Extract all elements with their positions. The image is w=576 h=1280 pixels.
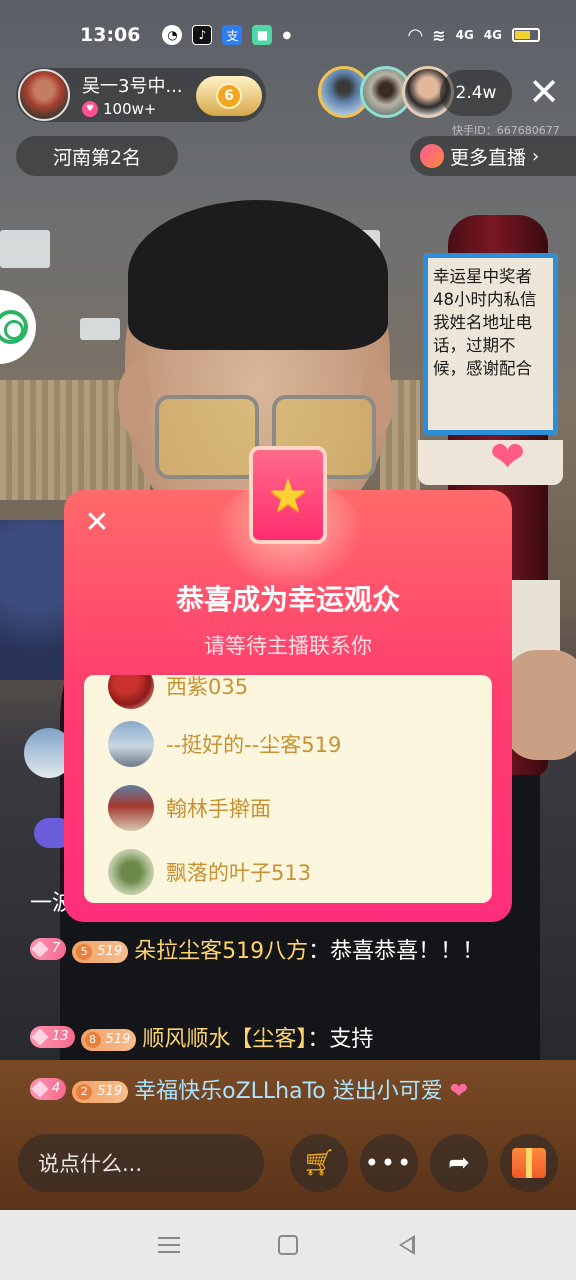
dialog-title: 恭喜成为幸运观众 xyxy=(175,583,400,616)
winner-name: 翰林手擀面 xyxy=(166,797,271,821)
gem-icon xyxy=(31,940,49,958)
chat-username[interactable]: 顺风顺水【尘客】 xyxy=(142,1027,307,1052)
signal-4g-1: 4G xyxy=(455,28,474,42)
heart-icon: ♥ xyxy=(82,101,98,117)
chat-message[interactable]: 7 5 519 朵拉尘客519八方：恭喜恭喜！！！ xyxy=(30,932,550,972)
chat-text: ：恭喜恭喜！！！ xyxy=(308,939,485,964)
heart-gift-icon: ❤ xyxy=(442,1079,469,1104)
winner-item[interactable]: 飘落的叶子513 xyxy=(108,847,311,897)
winner-avatar xyxy=(108,785,154,831)
back-button[interactable] xyxy=(392,1230,422,1260)
host-name: 吴一3号中... xyxy=(82,76,183,97)
winner-avatar xyxy=(108,675,154,709)
winner-avatar xyxy=(108,849,154,895)
winner-name: 西紫035 xyxy=(166,675,249,699)
gift-button[interactable] xyxy=(500,1134,558,1192)
ceiling-light xyxy=(80,318,120,340)
host-avatar[interactable] xyxy=(18,69,70,121)
chat-text: ：支持 xyxy=(307,1027,374,1052)
winner-name: --挺好的--尘客519 xyxy=(166,733,342,757)
status-indicators: ◠ ≋ 4G 4G xyxy=(408,25,540,46)
notice-card: 幸运星中奖者48小时内私信我姓名地址电话，过期不候，感谢配合 xyxy=(418,248,563,440)
winners-list[interactable]: 西紫035 --挺好的--尘客519 翰林手擀面 飘落的叶子513 xyxy=(84,675,492,903)
dialog-close-icon[interactable]: ✕ xyxy=(82,508,112,538)
lucky-card-icon: ★ xyxy=(249,446,327,544)
system-nav-bar xyxy=(0,1210,576,1280)
battery-icon xyxy=(512,28,540,42)
viewer-count[interactable]: 2.4w xyxy=(440,70,512,116)
more-options-button[interactable]: ••• xyxy=(360,1134,418,1192)
headphone-icon: ◠ xyxy=(408,24,423,46)
live-icon xyxy=(420,144,444,168)
more-live-label: 更多直播 xyxy=(450,146,527,169)
close-icon[interactable]: ✕ xyxy=(524,72,564,112)
wechat-icon: ◔ xyxy=(162,25,183,45)
host-meta: 吴一3号中... ♥ 100w+ xyxy=(82,72,183,118)
chevron-right-icon: › xyxy=(532,145,540,167)
share-button[interactable]: ➦ xyxy=(430,1134,488,1192)
rank-pill[interactable]: 河南第2名 xyxy=(16,136,178,176)
star-icon: ★ xyxy=(267,468,309,522)
user-level-badge: 13 xyxy=(30,1026,75,1048)
host-hair xyxy=(128,200,388,350)
winner-name: 飘落的叶子513 xyxy=(166,861,312,885)
hearts-icon: ❤ xyxy=(490,432,526,481)
ceiling-light xyxy=(0,230,50,268)
app-icon: ■ xyxy=(252,25,273,45)
more-notifications-dot-icon: ● xyxy=(282,29,292,41)
status-bar: 13:06 ◔ ♪ 支 ■ ● ◠ ≋ 4G 4G xyxy=(0,0,576,70)
dialog-subtitle: 请等待主播联系你 xyxy=(204,634,372,658)
chat-message[interactable]: 4 2 519 幸福快乐oZLLhaTo 送出小可爱 ❤ xyxy=(30,1072,550,1112)
gift-icon xyxy=(512,1148,546,1178)
user-level-badge: 7 xyxy=(30,938,67,960)
tiktok-icon: ♪ xyxy=(192,25,213,45)
lucky-audience-dialog: ★ ✕ 恭喜成为幸运观众 请等待主播联系你 西紫035 --挺好的--尘客519… xyxy=(64,446,512,922)
chat-text: 送出小可爱 xyxy=(332,1079,443,1104)
host-likes-count: 100w+ xyxy=(103,100,157,118)
signal-4g-2: 4G xyxy=(483,28,502,42)
winner-avatar xyxy=(108,721,154,767)
wifi-icon: ≋ xyxy=(432,25,446,45)
home-icon xyxy=(277,1235,298,1255)
chat-username[interactable]: 幸福快乐oZLLhaTo xyxy=(134,1079,326,1104)
shopping-cart-button[interactable]: 🛒︎ xyxy=(290,1134,348,1192)
gem-icon xyxy=(31,1028,49,1046)
chat-username[interactable]: 朵拉尘客519八方 xyxy=(134,939,308,964)
more-dots-icon: ••• xyxy=(364,1149,414,1177)
fan-badge: 2 519 xyxy=(72,1081,129,1103)
more-live-button[interactable]: 更多直播 › xyxy=(410,136,576,176)
alipay-icon: 支 xyxy=(222,25,243,45)
gem-icon xyxy=(31,1080,49,1098)
menu-icon xyxy=(158,1237,181,1253)
chat-message[interactable]: 13 8 519 顺风顺水【尘客】：支持 xyxy=(30,1020,550,1060)
host-likes: ♥ 100w+ xyxy=(82,100,183,118)
winner-item[interactable]: 西紫035 xyxy=(108,675,248,711)
fan-badge: 8 519 xyxy=(80,1029,137,1051)
winner-item[interactable]: --挺好的--尘客519 xyxy=(108,719,341,769)
comment-input[interactable]: 说点什么... xyxy=(18,1134,264,1192)
home-button[interactable] xyxy=(273,1230,303,1260)
host-level-badge[interactable]: 6 xyxy=(196,76,262,116)
host-level-number: 6 xyxy=(216,83,242,109)
host-ear xyxy=(118,365,152,435)
back-icon xyxy=(398,1235,415,1255)
ring-icon xyxy=(0,310,28,344)
fan-badge: 5 519 xyxy=(72,941,129,963)
recent-apps-button[interactable] xyxy=(154,1230,184,1260)
glasses-lens xyxy=(155,395,259,479)
user-level-badge: 4 xyxy=(30,1078,67,1100)
status-time: 13:06 xyxy=(80,24,141,46)
share-arrow-icon: ➦ xyxy=(448,1148,470,1178)
cart-icon: 🛒︎ xyxy=(302,1148,336,1178)
winner-item[interactable]: 翰林手擀面 xyxy=(108,783,271,833)
